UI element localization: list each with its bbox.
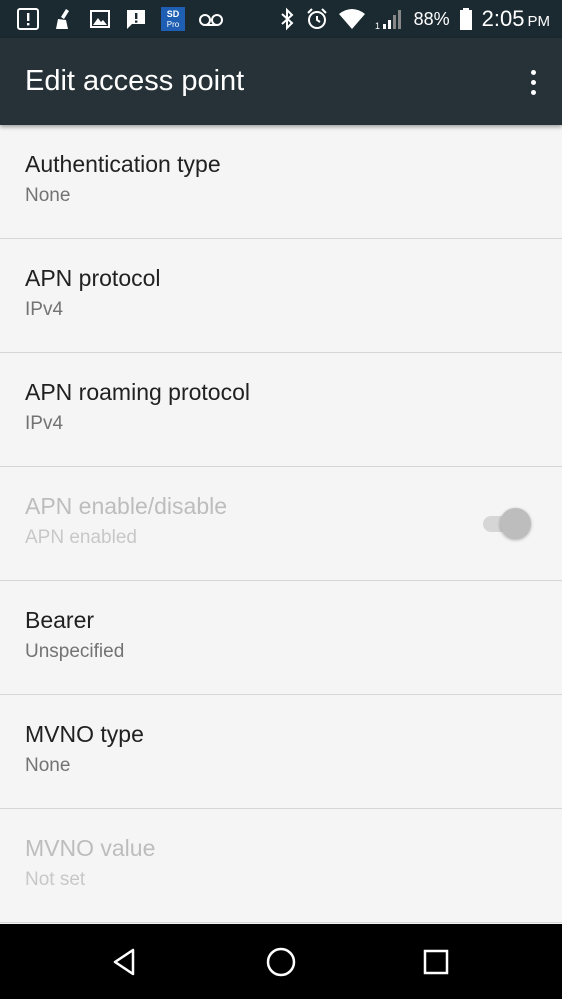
- back-icon: [113, 948, 135, 976]
- apn-enable-toggle: [481, 507, 531, 541]
- more-options-button[interactable]: [518, 60, 548, 104]
- setting-title: MVNO type: [25, 721, 144, 747]
- setting-title: Authentication type: [25, 151, 221, 177]
- alert-icon: [16, 7, 40, 31]
- voicemail-icon: [198, 7, 224, 31]
- wifi-icon: [338, 7, 366, 31]
- setting-summary: IPv4: [25, 413, 64, 434]
- setting-authentication-type[interactable]: Authentication type None: [0, 125, 562, 239]
- toggle-thumb: [500, 508, 531, 539]
- setting-title: APN enable/disable: [25, 493, 228, 519]
- more-vert-icon: [530, 69, 536, 75]
- setting-mvno-type[interactable]: MVNO type None: [0, 695, 562, 809]
- sd-pro-app-icon: SD Pro: [160, 6, 186, 32]
- setting-apn-enable-disable: APN enable/disable APN enabled: [0, 467, 562, 581]
- clock-time: 2:05: [481, 6, 525, 31]
- setting-title: APN roaming protocol: [25, 379, 250, 405]
- app-bar: Edit access point: [0, 38, 562, 125]
- settings-list: Authentication type None APN protocol IP…: [0, 125, 562, 924]
- svg-text:1: 1: [375, 21, 380, 31]
- home-button[interactable]: [261, 942, 301, 982]
- setting-title: APN protocol: [25, 265, 161, 291]
- setting-mvno-value: MVNO value Not set: [0, 809, 562, 923]
- home-icon: [266, 947, 296, 977]
- message-alert-icon: [124, 7, 148, 31]
- page-title: Edit access point: [25, 65, 245, 97]
- alarm-icon: [305, 7, 329, 31]
- setting-summary: Not set: [25, 869, 86, 890]
- status-bar: SD Pro 1 88% 2:05 PM: [0, 0, 562, 38]
- setting-summary: None: [25, 185, 71, 206]
- recents-button[interactable]: [416, 942, 456, 982]
- clock: 2:05 PM: [482, 6, 550, 32]
- signal-icon: 1: [375, 7, 405, 31]
- notification-icons: SD Pro: [0, 6, 224, 32]
- setting-bearer[interactable]: Bearer Unspecified: [0, 581, 562, 695]
- navigation-bar: [0, 924, 562, 999]
- setting-title: MVNO value: [25, 835, 156, 861]
- battery-icon: [459, 7, 473, 31]
- setting-summary: IPv4: [25, 299, 64, 320]
- sd-label-top: SD: [167, 9, 180, 19]
- setting-summary: None: [25, 755, 71, 776]
- clock-ampm: PM: [527, 13, 551, 30]
- back-button[interactable]: [105, 942, 145, 982]
- system-status-icons: 1 88% 2:05 PM: [278, 6, 562, 32]
- setting-apn-roaming-protocol[interactable]: APN roaming protocol IPv4: [0, 353, 562, 467]
- setting-summary: APN enabled: [25, 527, 137, 548]
- setting-apn-protocol[interactable]: APN protocol IPv4: [0, 239, 562, 353]
- sd-label-bottom: Pro: [167, 20, 180, 29]
- cleaner-icon: [52, 7, 76, 31]
- recents-icon: [423, 949, 449, 975]
- setting-title: Bearer: [25, 607, 95, 633]
- setting-summary: Unspecified: [25, 641, 125, 662]
- battery-percent: 88%: [413, 8, 450, 29]
- image-icon: [88, 7, 112, 31]
- bluetooth-icon: [278, 7, 296, 31]
